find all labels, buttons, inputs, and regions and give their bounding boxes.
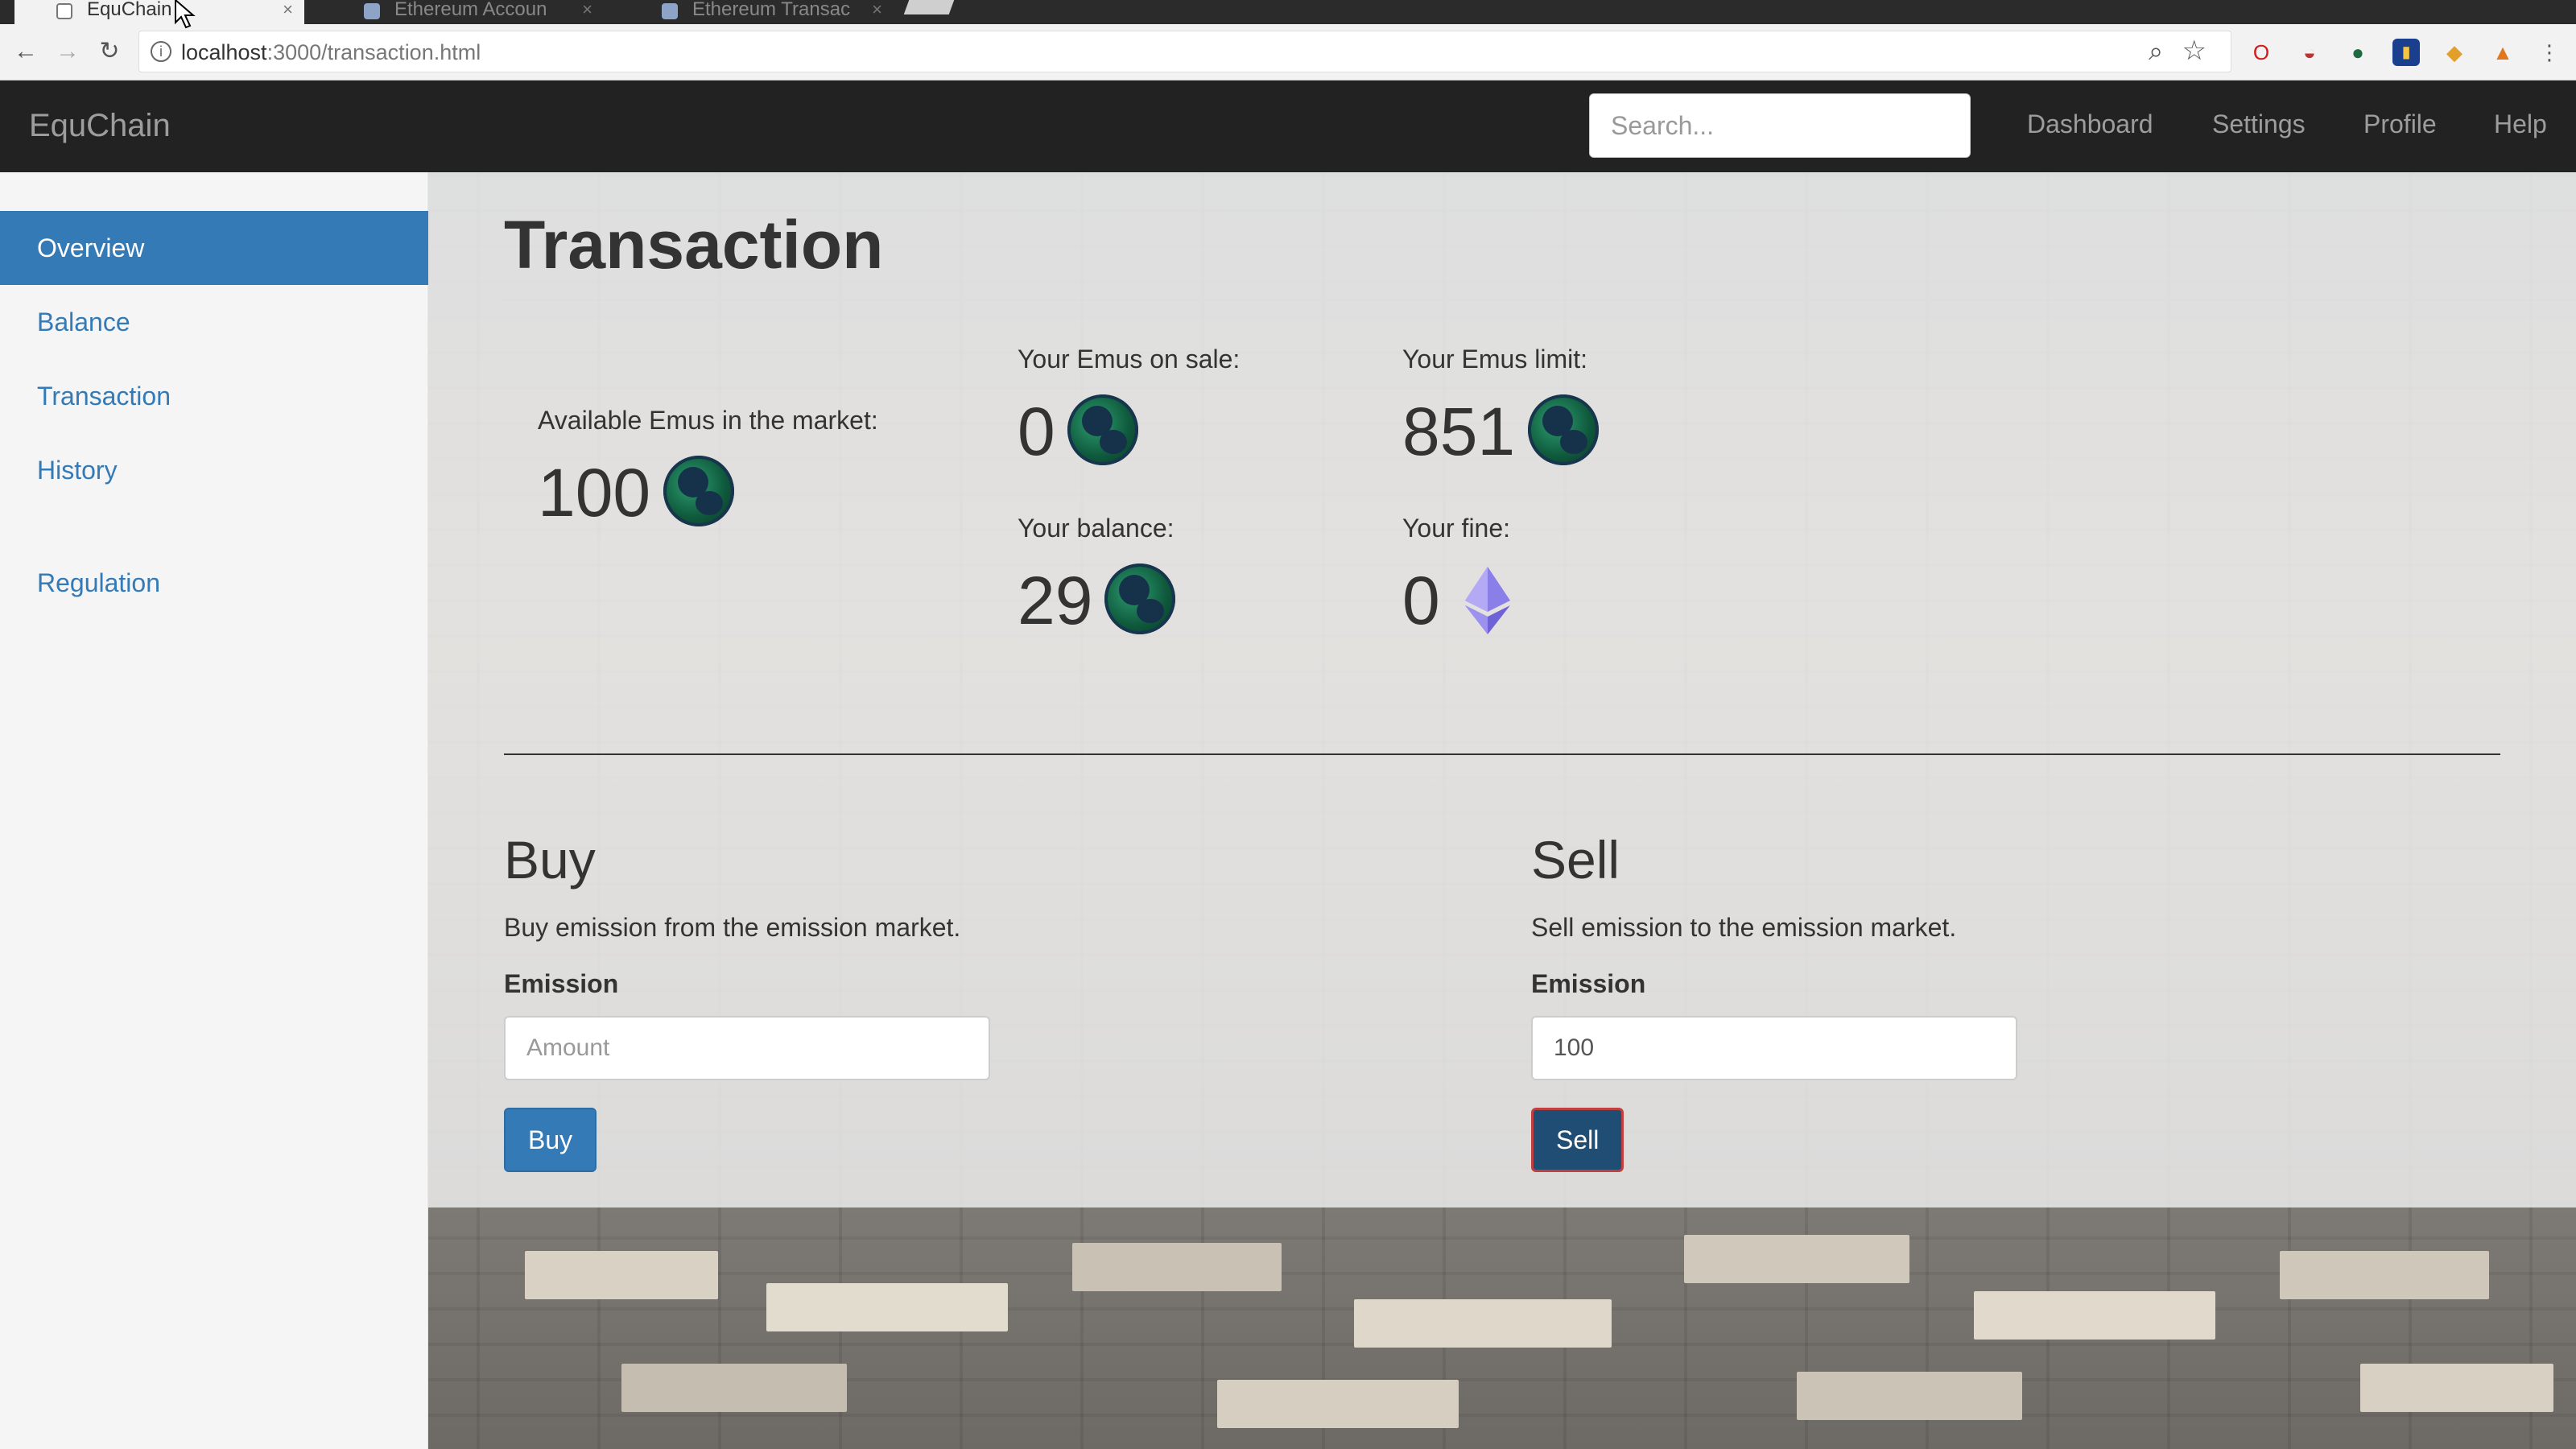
extension-icon[interactable]: ◒	[2296, 39, 2323, 66]
forward-icon[interactable]: →	[52, 35, 84, 68]
sidebar-item-transaction[interactable]: Transaction	[0, 359, 428, 433]
buy-description: Buy emission from the emission market.	[504, 913, 961, 942]
browser-tab-strip: EquChain × Ethereum Accoun × Ethereum Tr…	[0, 0, 2576, 24]
url-field[interactable]: i localhost:3000/transaction.html ⌕ ☆	[138, 31, 2231, 72]
market-emus-label: Available Emus in the market:	[538, 406, 878, 435]
browser-menu-icon[interactable]: ⋮	[2536, 39, 2563, 66]
chart-extension-icon[interactable]: ▮	[2392, 39, 2420, 66]
emu-coin-icon	[1528, 394, 1599, 465]
sidebar-item-regulation[interactable]: Regulation	[0, 546, 428, 620]
sell-heading: Sell	[1531, 830, 1620, 890]
balance-value: 29	[1018, 563, 1093, 638]
page-icon	[56, 3, 72, 19]
tab-label: EquChain	[87, 0, 172, 20]
title-divider	[504, 299, 2576, 301]
emus-on-sale-value: 0	[1018, 394, 1055, 469]
nav-link-settings[interactable]: Settings	[2212, 109, 2306, 139]
ether-icon	[1465, 567, 1510, 634]
zoom-icon[interactable]: ⌕	[2149, 36, 2163, 67]
reload-icon[interactable]: ↻	[93, 35, 126, 68]
close-tab-icon[interactable]: ×	[582, 0, 592, 19]
close-tab-icon[interactable]: ×	[872, 0, 882, 19]
emu-coin-icon	[663, 456, 734, 526]
browser-tab-ethereum-transaction[interactable]: Ethereum Transac ×	[620, 0, 894, 24]
sell-button[interactable]: Sell	[1531, 1108, 1624, 1172]
sell-description: Sell emission to the emission market.	[1531, 913, 1957, 942]
new-tab-button[interactable]	[903, 0, 955, 14]
balance-label: Your balance:	[1018, 514, 1174, 543]
main-content: Transaction Available Emus in the market…	[428, 172, 2576, 1449]
browser-tab-ethereum-account[interactable]: Ethereum Accoun ×	[322, 0, 604, 24]
info-icon[interactable]: i	[151, 41, 171, 62]
browser-address-bar: ← → ↻ i localhost:3000/transaction.html …	[0, 24, 2576, 80]
emus-limit-value: 851	[1402, 394, 1516, 469]
buy-button[interactable]: Buy	[504, 1108, 597, 1172]
sell-emission-label: Emission	[1531, 969, 1646, 998]
sidebar: Overview Balance Transaction History Reg…	[0, 172, 428, 1449]
section-divider	[504, 753, 2500, 755]
fine-label: Your fine:	[1402, 514, 1511, 543]
tab-label: Ethereum Accoun	[394, 0, 547, 20]
sidebar-item-overview[interactable]: Overview	[0, 211, 428, 285]
browser-tab-equchain[interactable]: EquChain ×	[14, 0, 304, 24]
search-input[interactable]	[1589, 93, 1971, 158]
buy-emission-label: Emission	[504, 969, 619, 998]
buy-amount-input[interactable]	[504, 1016, 990, 1080]
metamask-fox-icon[interactable]: ▲	[2489, 39, 2516, 66]
emus-limit-label: Your Emus limit:	[1402, 345, 1587, 374]
nav-link-help[interactable]: Help	[2494, 109, 2547, 139]
emu-extension-icon[interactable]: ●	[2344, 39, 2372, 66]
nav-link-dashboard[interactable]: Dashboard	[2027, 109, 2153, 139]
ethereum-page-icon	[662, 3, 678, 19]
opera-extension-icon[interactable]: O	[2248, 39, 2275, 66]
buy-heading: Buy	[504, 830, 596, 890]
ethereum-page-icon	[364, 3, 380, 19]
mouse-cursor-icon	[175, 0, 196, 29]
market-emus-value: 100	[538, 455, 651, 530]
emus-on-sale-label: Your Emus on sale:	[1018, 345, 1241, 374]
fine-value: 0	[1402, 563, 1440, 638]
url-text: localhost:3000/transaction.html	[181, 40, 481, 64]
tab-label: Ethereum Transac	[692, 0, 851, 20]
bookmark-star-icon[interactable]: ☆	[2182, 35, 2207, 67]
page-title: Transaction	[504, 207, 884, 283]
top-navbar: EquChain Dashboard Settings Profile Help	[0, 80, 2576, 172]
back-icon[interactable]: ←	[10, 35, 42, 68]
sidebar-item-history[interactable]: History	[0, 433, 428, 507]
close-tab-icon[interactable]: ×	[283, 0, 293, 19]
extension-icon[interactable]: ◆	[2441, 39, 2468, 66]
nav-link-profile[interactable]: Profile	[2363, 109, 2437, 139]
sell-amount-input[interactable]	[1531, 1016, 2017, 1080]
emu-coin-icon	[1067, 394, 1138, 465]
brand-logo[interactable]: EquChain	[29, 108, 171, 144]
emu-coin-icon	[1104, 564, 1175, 634]
sidebar-item-balance[interactable]: Balance	[0, 285, 428, 359]
